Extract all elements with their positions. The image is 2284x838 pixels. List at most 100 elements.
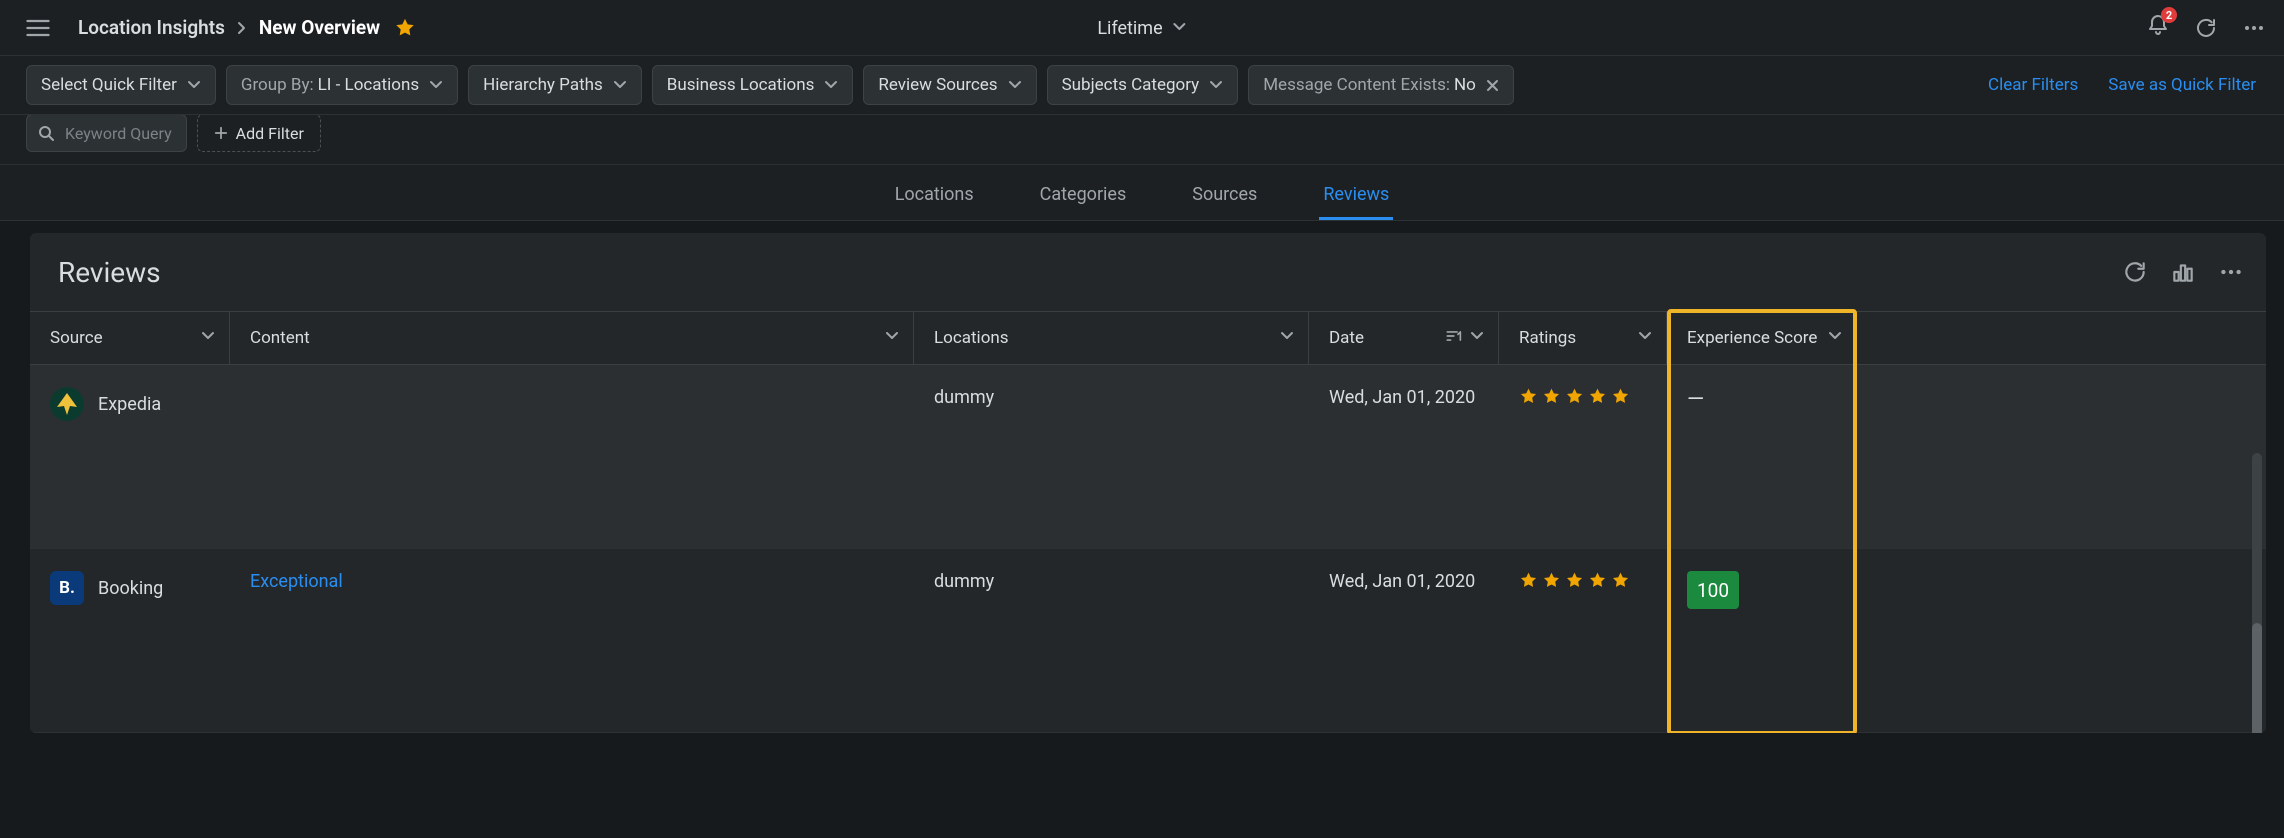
breadcrumb-root[interactable]: Location Insights [78, 16, 225, 39]
chevron-down-icon [1173, 18, 1187, 39]
panel-more-button[interactable] [2218, 259, 2244, 285]
th-date-label: Date [1329, 328, 1444, 348]
th-content-label: Content [250, 328, 885, 348]
star-rating [1519, 387, 1630, 406]
cell-content: Exceptional [230, 549, 914, 732]
cell-date: Wed, Jan 01, 2020 [1309, 549, 1499, 732]
cell-date: Wed, Jan 01, 2020 [1309, 365, 1499, 548]
panel-chart-button[interactable] [2170, 259, 2196, 285]
subjects-category-label: Subjects Category [1062, 75, 1200, 95]
chevron-down-icon [824, 78, 838, 92]
cell-spacer [1857, 549, 2266, 732]
chevron-down-icon [1638, 328, 1652, 348]
chevron-down-icon [201, 328, 215, 348]
hierarchy-paths-chip[interactable]: Hierarchy Paths [468, 65, 642, 105]
chevron-down-icon [1470, 328, 1484, 348]
tab-locations[interactable]: Locations [891, 170, 978, 220]
cell-source: Expedia [30, 365, 230, 548]
add-filter-label: Add Filter [236, 124, 304, 143]
filter-bar-row2: Keyword Query Add Filter [0, 114, 2284, 165]
message-content-prefix: Message Content Exists: [1263, 75, 1450, 95]
notifications-button[interactable]: 2 [2146, 13, 2170, 42]
favorite-star-icon[interactable] [394, 17, 416, 39]
group-by-chip[interactable]: Group By: LI - Locations [226, 65, 458, 105]
chevron-down-icon [1280, 328, 1294, 348]
hierarchy-label: Hierarchy Paths [483, 75, 603, 95]
message-content-value: No [1454, 75, 1476, 95]
scrollbar-track[interactable] [2252, 453, 2262, 733]
date-range-picker[interactable]: Lifetime [1097, 0, 1186, 56]
expedia-logo-icon [50, 387, 84, 421]
search-icon [37, 124, 55, 142]
chevron-down-icon [1209, 78, 1223, 92]
review-sources-chip[interactable]: Review Sources [863, 65, 1036, 105]
date-value: Wed, Jan 01, 2020 [1329, 387, 1475, 408]
quick-filter-chip[interactable]: Select Quick Filter [26, 65, 216, 105]
plus-icon [214, 126, 228, 140]
subjects-category-chip[interactable]: Subjects Category [1047, 65, 1239, 105]
location-value: dummy [934, 387, 994, 408]
cell-location: dummy [914, 549, 1309, 732]
panel-refresh-button[interactable] [2122, 259, 2148, 285]
filter-bar: Select Quick Filter Group By: LI - Locat… [0, 56, 2284, 115]
table-row[interactable]: B.Booking Exceptional dummy Wed, Jan 01, 20… [30, 549, 2266, 733]
cell-experience: 100 [1667, 549, 1857, 732]
close-icon[interactable] [1486, 79, 1499, 92]
cell-experience: — [1667, 365, 1857, 548]
date-value: Wed, Jan 01, 2020 [1329, 571, 1475, 592]
hamburger-menu-icon[interactable] [24, 14, 52, 42]
th-date[interactable]: Date [1309, 312, 1499, 364]
panel-title: Reviews [58, 256, 161, 289]
clear-filters-link[interactable]: Clear Filters [1988, 75, 2078, 95]
scrollbar-thumb[interactable] [2252, 623, 2262, 733]
cell-source: B.Booking [30, 549, 230, 732]
chevron-down-icon [429, 78, 443, 92]
table-row[interactable]: Expedia dummy Wed, Jan 01, 2020 — [30, 365, 2266, 549]
breadcrumb-current: New Overview [259, 16, 380, 39]
th-source[interactable]: Source [30, 312, 230, 364]
tab-categories[interactable]: Categories [1036, 170, 1131, 220]
more-menu-button[interactable] [2242, 16, 2266, 40]
keyword-query-input[interactable]: Keyword Query [26, 114, 187, 152]
chevron-right-icon [235, 21, 249, 35]
th-locations-label: Locations [934, 328, 1280, 348]
star-rating [1519, 571, 1630, 590]
th-ratings-label: Ratings [1519, 328, 1638, 348]
review-sources-label: Review Sources [878, 75, 997, 95]
tab-reviews[interactable]: Reviews [1319, 170, 1393, 220]
source-name: Expedia [98, 394, 161, 415]
review-content-link[interactable]: Exceptional [250, 571, 343, 592]
th-ratings[interactable]: Ratings [1499, 312, 1667, 364]
add-filter-button[interactable]: Add Filter [197, 114, 321, 152]
th-experience-score[interactable]: Experience Score [1667, 312, 1857, 364]
business-locations-chip[interactable]: Business Locations [652, 65, 854, 105]
cell-ratings [1499, 549, 1667, 732]
panel-header: Reviews [30, 233, 2266, 311]
quick-filter-label: Select Quick Filter [41, 75, 177, 95]
cell-ratings [1499, 365, 1667, 548]
chevron-down-icon [1008, 78, 1022, 92]
save-quick-filter-link[interactable]: Save as Quick Filter [2108, 75, 2256, 95]
reviews-panel: Reviews Source Content Locations Date [30, 233, 2266, 733]
top-bar: Location Insights New Overview Lifetime … [0, 0, 2284, 56]
keyword-placeholder: Keyword Query [65, 124, 172, 143]
notification-badge: 2 [2161, 7, 2177, 23]
cell-content [230, 365, 914, 548]
chevron-down-icon [613, 78, 627, 92]
th-content[interactable]: Content [230, 312, 914, 364]
location-value: dummy [934, 571, 994, 592]
refresh-button[interactable] [2194, 16, 2218, 40]
th-locations[interactable]: Locations [914, 312, 1309, 364]
chevron-down-icon [187, 78, 201, 92]
tab-sources[interactable]: Sources [1188, 170, 1261, 220]
message-content-chip[interactable]: Message Content Exists: No [1248, 65, 1514, 105]
th-spacer [1857, 312, 2266, 364]
chevron-down-icon [885, 328, 899, 348]
th-source-label: Source [50, 328, 201, 348]
chevron-down-icon [1828, 328, 1842, 348]
sub-tabs: Locations Categories Sources Reviews [0, 165, 2284, 221]
th-experience-label: Experience Score [1687, 328, 1828, 348]
source-name: Booking [98, 578, 163, 599]
cell-spacer [1857, 365, 2266, 548]
business-locations-label: Business Locations [667, 75, 815, 95]
